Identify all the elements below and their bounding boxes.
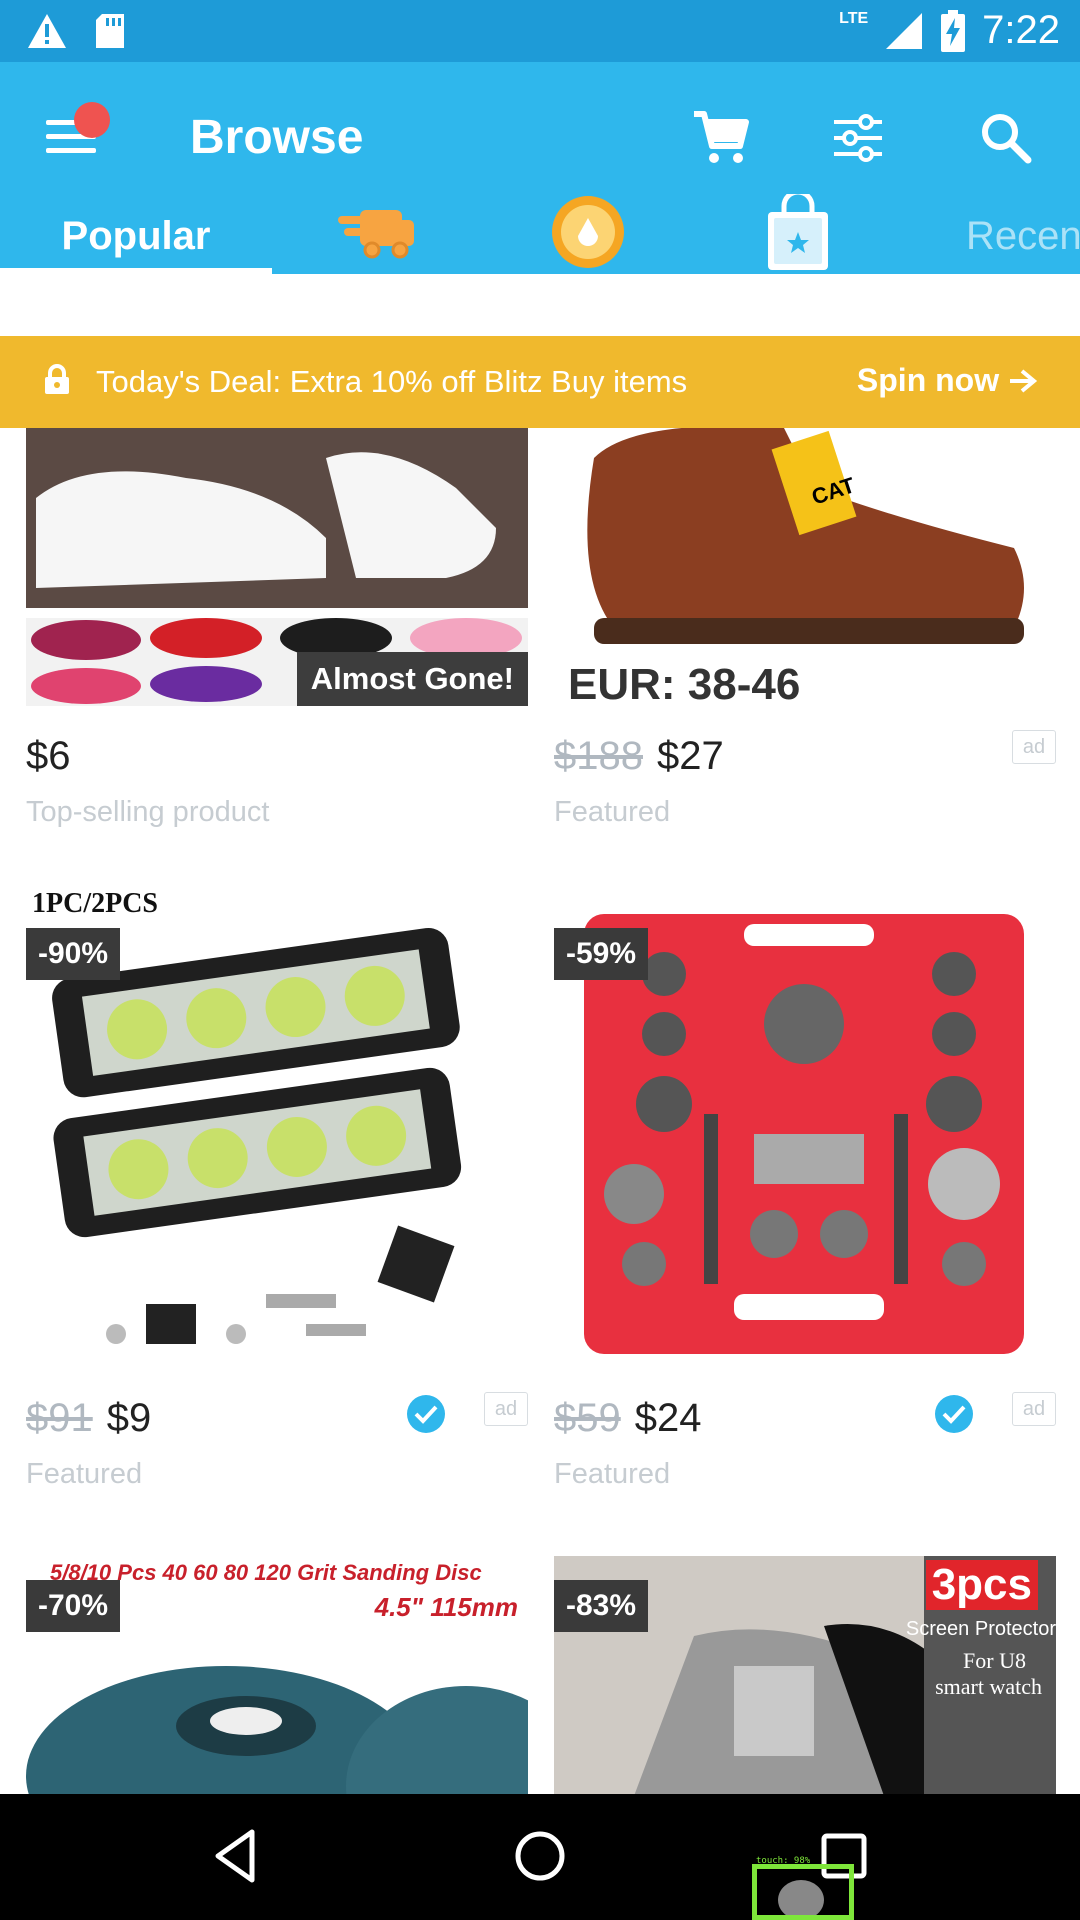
status-bar: LTE 7:22 — [0, 0, 1080, 62]
product-card[interactable]: 3pcs Screen Protector For U8 smart watch… — [554, 1556, 1056, 1794]
product-card[interactable]: 1PC/2PCS -90% $91 $9 ad Featured — [26, 888, 528, 1494]
app-bar: Browse Popular Recen — [0, 62, 1080, 274]
filter-icon[interactable] — [828, 108, 888, 168]
network-type: LTE — [839, 9, 869, 27]
original-price: $91 — [26, 1396, 93, 1440]
spin-now-label: Spin now — [856, 362, 1000, 398]
tab-bar: Popular Recen — [0, 194, 1080, 274]
image-caption: 1PC/2PCS — [32, 888, 158, 919]
signal-icon — [886, 12, 923, 49]
tab-recent[interactable]: Recen — [966, 214, 1080, 259]
verified-icon — [935, 1395, 973, 1433]
warning-icon — [28, 14, 66, 48]
tab-fast-shipping-icon[interactable] — [334, 194, 418, 270]
image-caption-count: 3pcs — [925, 1560, 1038, 1610]
ad-badge: ad — [484, 1392, 528, 1426]
price: $9 — [106, 1396, 152, 1440]
deal-text: Today's Deal: Extra 10% off Blitz Buy it… — [96, 364, 688, 399]
price: $6 — [26, 734, 71, 778]
search-icon[interactable] — [976, 108, 1036, 168]
product-label: Top-selling product — [26, 796, 270, 828]
tab-shopping-bag-icon[interactable] — [756, 194, 840, 270]
product-card[interactable]: 5/8/10 Pcs 40 60 80 120 Grit Sanding Dis… — [26, 1556, 528, 1794]
arrow-right-icon — [1010, 369, 1038, 393]
lock-icon — [45, 364, 69, 394]
navigation-bar — [0, 1794, 1080, 1920]
touch-highlight-box — [752, 1864, 854, 1920]
deal-banner[interactable]: Today's Deal: Extra 10% off Blitz Buy it… — [0, 336, 1080, 428]
discount-badge: -59% — [554, 928, 649, 980]
product-label: Featured — [554, 796, 671, 828]
product-grid: Almost Gone! $6 Top-selling product CAT … — [0, 428, 1080, 1794]
product-card[interactable]: -59% $59 $24 ad Featured — [554, 894, 1056, 1494]
ad-badge: ad — [1012, 1392, 1056, 1426]
discount-badge: -70% — [26, 1580, 121, 1632]
price-row: $91 $9 — [26, 1396, 528, 1446]
back-icon[interactable] — [206, 1826, 266, 1886]
image-caption-model: For U8 — [963, 1648, 1026, 1673]
tab-coin-icon[interactable] — [546, 194, 630, 270]
notification-dot — [74, 102, 110, 138]
ad-badge: ad — [1012, 730, 1056, 764]
size-overlay: EUR: 38-46 — [568, 660, 801, 709]
page-title: Browse — [190, 111, 364, 164]
discount-badge: -90% — [26, 928, 121, 980]
cart-icon[interactable] — [690, 108, 750, 168]
original-price: $59 — [554, 1396, 621, 1440]
price-row: $6 — [26, 734, 528, 784]
original-price: $188 — [554, 734, 643, 778]
verified-icon — [407, 1395, 445, 1433]
product-card[interactable]: Almost Gone! $6 Top-selling product — [26, 428, 528, 848]
home-icon[interactable] — [510, 1826, 570, 1886]
battery-charging-icon — [941, 9, 966, 52]
image-caption-type: Screen Protector — [905, 1618, 1056, 1640]
tab-indicator — [0, 268, 272, 274]
touch-label: touch: 98% — [756, 1856, 811, 1866]
sd-card-icon — [96, 14, 124, 48]
status-time: 7:22 — [982, 8, 1060, 52]
price-row: $59 $24 — [554, 1396, 1056, 1446]
spin-now-link[interactable]: Spin now — [857, 362, 1038, 399]
price: $27 — [656, 734, 724, 778]
price-row: $188 $27 — [554, 734, 1056, 784]
almost-gone-badge: Almost Gone! — [296, 652, 528, 706]
price: $24 — [634, 1396, 702, 1440]
image-caption-device: smart watch — [935, 1674, 1042, 1699]
discount-badge: -83% — [554, 1580, 649, 1632]
image-caption-size: 4.5" 115mm — [374, 1592, 518, 1622]
product-card[interactable]: CAT EUR: 38-46 $188 $27 ad Featured — [554, 428, 1056, 848]
tab-popular[interactable]: Popular — [0, 208, 272, 274]
product-label: Featured — [554, 1458, 671, 1490]
product-label: Featured — [26, 1458, 143, 1490]
